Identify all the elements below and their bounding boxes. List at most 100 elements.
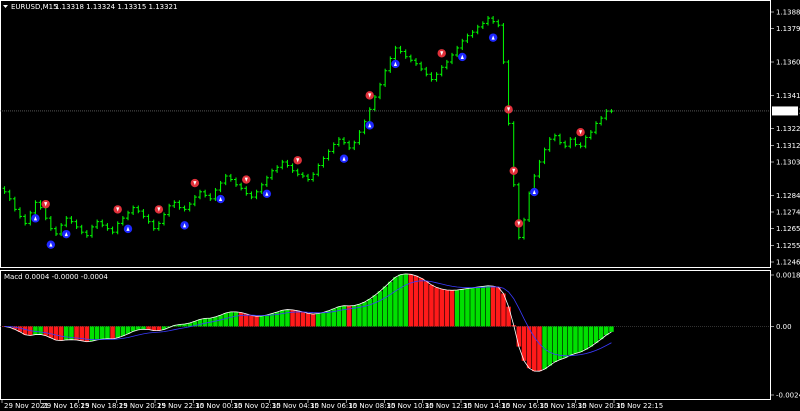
price-tick-label: 1.13600 — [776, 59, 800, 67]
macd-bar — [418, 278, 424, 327]
buy-signal-icon — [216, 194, 225, 204]
current-price-label: 1.13321 — [774, 107, 800, 115]
triangle-down-icon[interactable] — [3, 5, 8, 8]
sell-signal-icon — [190, 178, 200, 188]
price-tick-label: 1.13410 — [776, 92, 800, 100]
macd-bar — [259, 315, 264, 327]
buy-signal-icon — [62, 229, 71, 239]
macd-bar — [249, 315, 254, 327]
macd-bar — [321, 312, 326, 327]
macd-tick-label: 0.00 — [776, 323, 792, 331]
symbol-label: EURUSD,M15 — [11, 3, 58, 11]
price-panel[interactable]: 1.13885 1.13790 1.13600 1.13410 1.13220 1.131… — [0, 0, 800, 268]
macd-bar — [439, 289, 444, 327]
buy-signal-icon — [46, 240, 56, 249]
sell-signal-icon — [437, 49, 446, 58]
macd-bar — [593, 326, 599, 343]
macd-bar — [280, 310, 285, 327]
buy-signal-icon — [530, 187, 539, 197]
macd-bar — [254, 316, 259, 327]
macd-bar — [285, 309, 290, 327]
macd-bar — [434, 287, 439, 327]
macd-bar — [547, 326, 552, 366]
price-tick-label: 1.12745 — [776, 209, 800, 217]
macd-bar — [300, 311, 306, 327]
macd-bar — [526, 326, 532, 369]
macd-bar — [372, 295, 378, 327]
macd-bar — [64, 326, 69, 340]
macd-bar — [202, 318, 208, 327]
macd-bar — [532, 326, 537, 372]
macd-bar — [562, 326, 568, 358]
macd-panel[interactable]: 0.0018 0.00 -0.0024 Macd 0.0004 -0.0000 -0… — [0, 270, 800, 400]
macd-bar — [506, 306, 511, 327]
macd-bar — [264, 315, 270, 327]
price-tick-label: 1.12555 — [776, 242, 800, 250]
macd-bar — [444, 290, 450, 327]
buy-signal-icon — [31, 214, 40, 223]
macd-title: Macd 0.0004 -0.0000 -0.0004 — [4, 273, 108, 281]
macd-bar — [516, 326, 522, 347]
sell-signal-icon — [504, 105, 513, 114]
macd-bar — [218, 315, 223, 327]
time-axis: 29 Nov 202129 Nov 16:1529 Nov 18:1529 No… — [1, 399, 663, 410]
macd-bar — [53, 326, 59, 341]
macd-bar — [43, 326, 48, 336]
macd-bar — [197, 319, 203, 327]
sell-signal-icon — [576, 128, 585, 137]
macd-bar — [496, 287, 501, 327]
macd-bar — [449, 290, 455, 327]
macd-bar — [316, 313, 321, 327]
macd-bar — [552, 326, 558, 362]
macd-bar — [33, 326, 38, 335]
candlestick-series — [2, 16, 614, 240]
macd-bar — [470, 287, 475, 327]
macd-bar — [578, 326, 583, 353]
macd-bar — [413, 275, 419, 327]
macd-bar — [573, 326, 578, 354]
price-tick-label: 1.13220 — [776, 125, 800, 133]
macd-bar — [238, 312, 244, 327]
price-tick-label: 1.12460 — [776, 259, 800, 267]
macd-histogram — [2, 273, 614, 372]
macd-bar — [228, 311, 234, 327]
price-axis: 1.13885 1.13790 1.13600 1.13410 1.13220 1.131… — [770, 9, 800, 267]
buy-signal-icon — [339, 154, 349, 163]
macd-bar — [537, 326, 542, 372]
sell-signal-icon — [365, 91, 374, 100]
buy-signal-icon — [262, 189, 272, 198]
price-panel-border — [0, 0, 771, 268]
buy-signal-icon — [180, 221, 189, 230]
price-tick-label: 1.12840 — [776, 192, 800, 200]
sell-signal-icon — [113, 205, 122, 214]
time-tick-label: 30 Nov 22:15 — [616, 402, 663, 410]
macd-bar — [100, 326, 105, 340]
macd-tick-label: 0.0018 — [776, 272, 800, 280]
ohlc-label: 1.13318 1.13324 1.13315 1.13321 — [55, 3, 177, 11]
macd-bar — [388, 281, 393, 327]
buy-signal-icon — [391, 59, 400, 69]
macd-bar — [58, 326, 64, 341]
sell-signal-icon — [509, 166, 518, 176]
macd-bar — [233, 311, 239, 327]
macd-bar — [588, 326, 594, 347]
macd-bar — [465, 288, 470, 327]
macd-bar — [141, 326, 146, 330]
signal-arrows — [31, 33, 585, 249]
macd-bar — [475, 287, 480, 327]
price-tick-label: 1.13790 — [776, 25, 800, 33]
macd-bar — [490, 286, 496, 327]
price-tick-label: 1.12650 — [776, 225, 800, 233]
macd-bar — [48, 326, 54, 338]
buy-signal-icon — [458, 52, 467, 62]
macd-bar — [310, 314, 316, 327]
sell-signal-icon — [41, 199, 50, 209]
macd-bar — [393, 277, 398, 327]
macd-bar — [598, 326, 604, 340]
trading-chart[interactable]: 1.13885 1.13790 1.13600 1.13410 1.13220 1.131… — [0, 0, 800, 411]
sell-signal-icon — [293, 156, 302, 165]
macd-bar — [120, 326, 126, 336]
buy-signal-icon — [365, 121, 374, 130]
macd-bar — [105, 326, 110, 339]
price-tick-label: 1.13030 — [776, 159, 800, 167]
